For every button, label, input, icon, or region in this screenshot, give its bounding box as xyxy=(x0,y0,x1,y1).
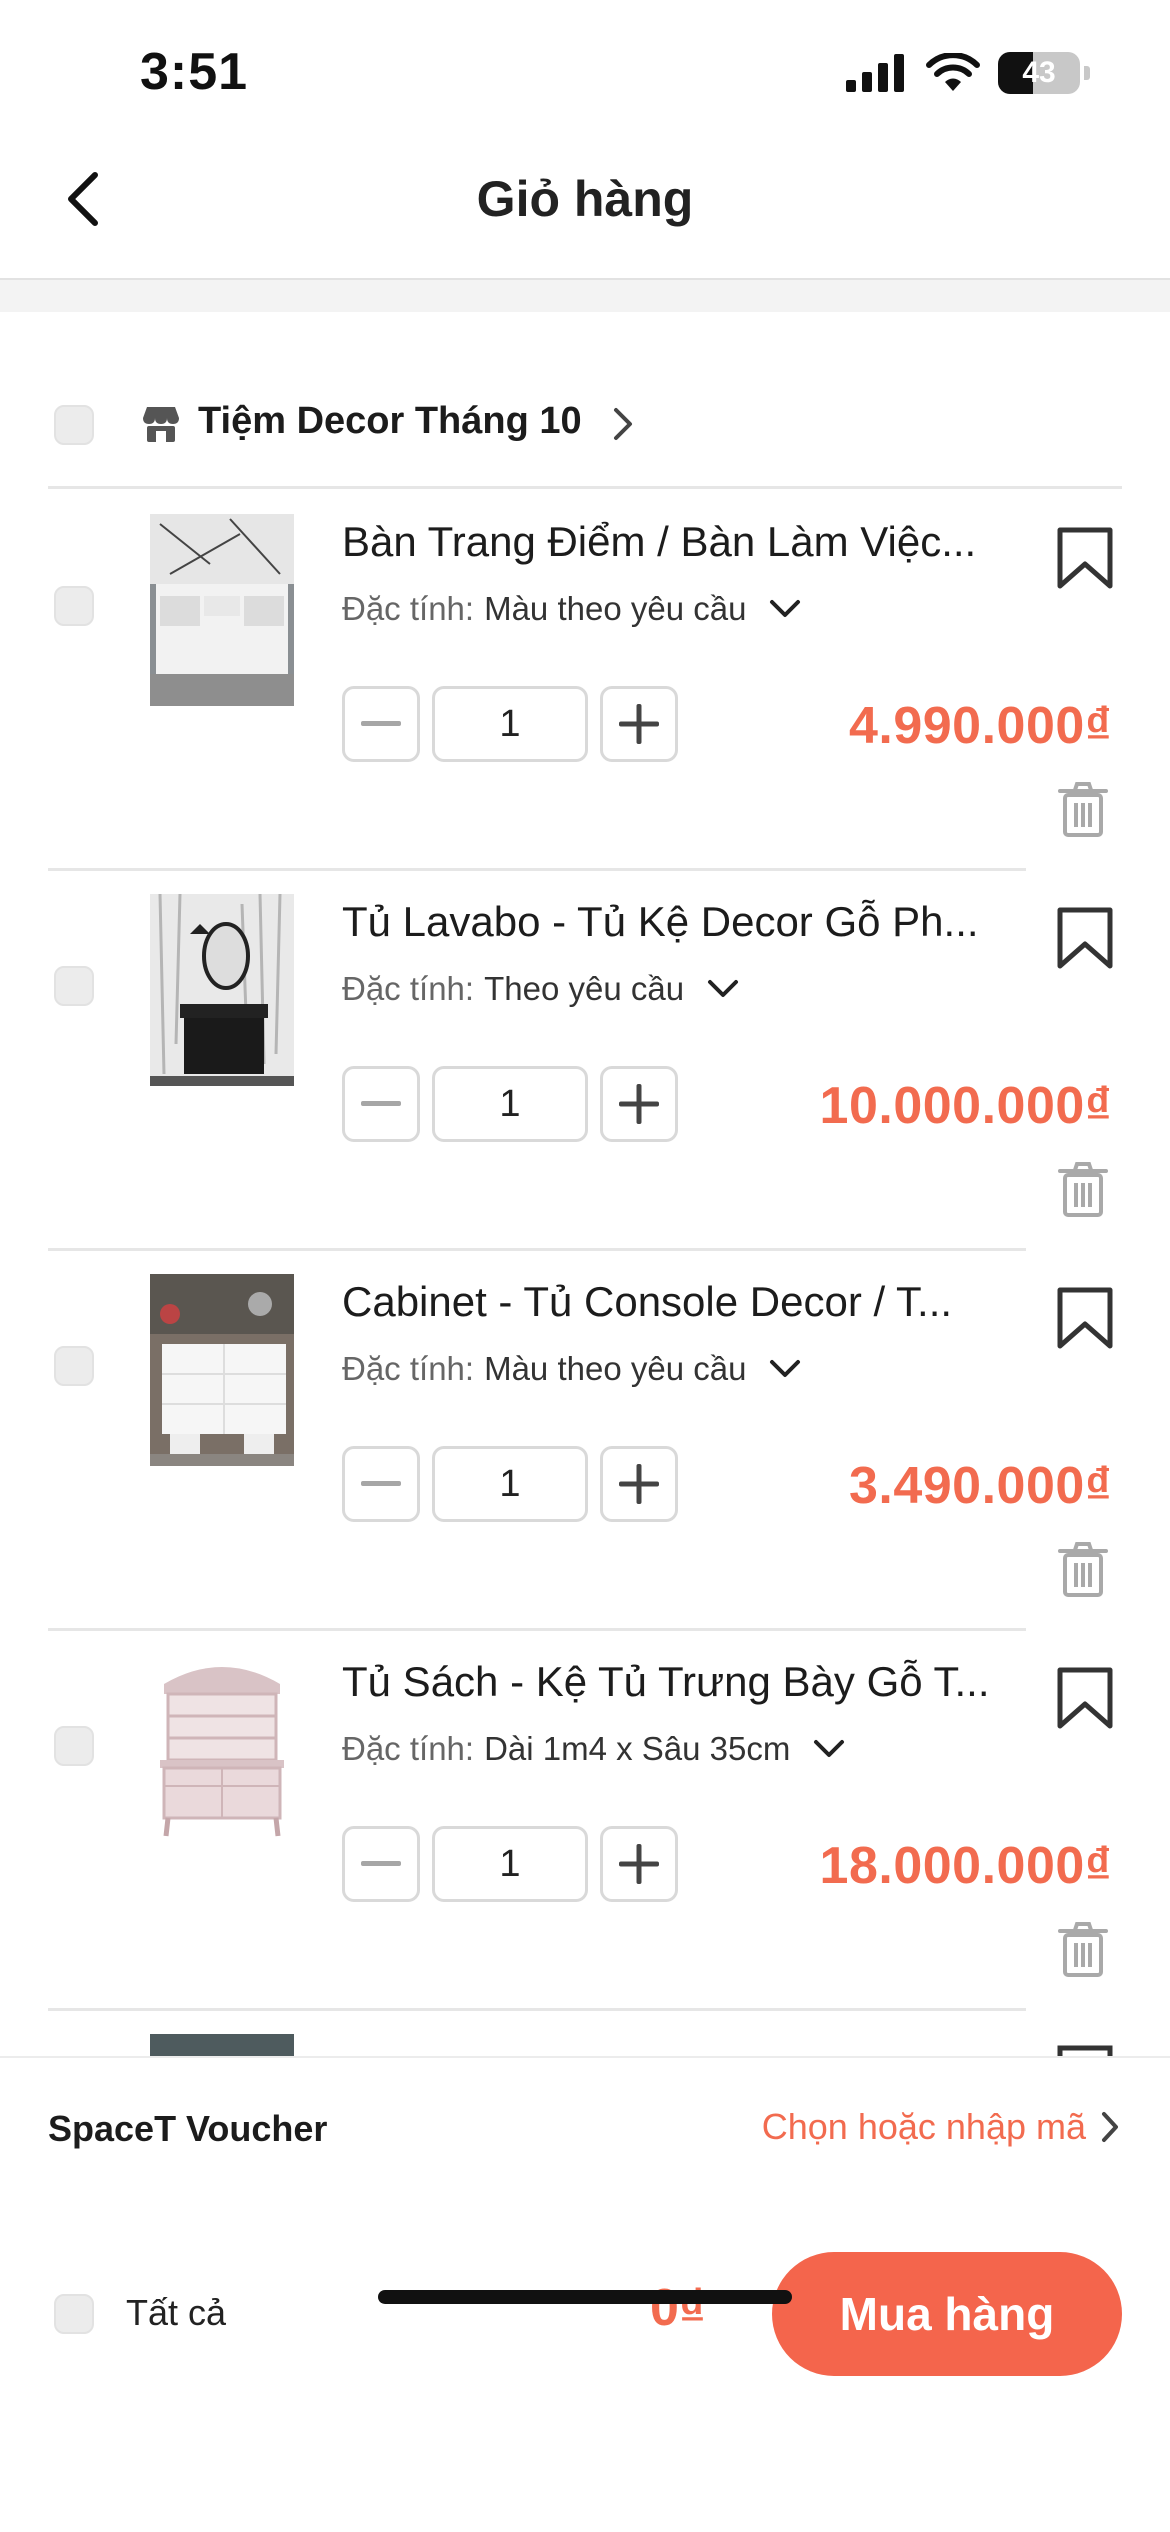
quantity-stepper: 1 xyxy=(342,1066,678,1142)
decrease-button[interactable] xyxy=(342,1066,420,1142)
quantity-input[interactable]: 1 xyxy=(432,1066,588,1142)
product-image[interactable] xyxy=(150,514,294,706)
status-icons: 43 xyxy=(846,52,1090,94)
bookmark-icon[interactable] xyxy=(1056,526,1114,590)
chevron-down-icon xyxy=(814,1740,845,1757)
item-price: 3.490.000₫ xyxy=(848,1457,1112,1515)
increase-button[interactable] xyxy=(600,1826,678,1902)
variant-value: Màu theo yêu cầu xyxy=(484,1350,747,1387)
voucher-bar[interactable]: SpaceT Voucher Chọn hoặc nhập mã xyxy=(0,2056,1170,2202)
item-price: 18.000.000₫ xyxy=(819,1837,1112,1895)
divider xyxy=(48,486,1122,489)
cart-item: Cabinet - Tủ Console Decor / T... Đặc tí… xyxy=(0,1250,1170,1631)
item-checkbox[interactable] xyxy=(54,1346,94,1386)
variant-value: Dài 1m4 x Sâu 35cm xyxy=(484,1730,791,1767)
total-price: 0₫ xyxy=(650,2279,706,2337)
variant-value: Theo yêu cầu xyxy=(484,970,685,1007)
home-indicator[interactable] xyxy=(378,2290,792,2304)
shop-header: Tiệm Decor Tháng 10 xyxy=(0,370,1170,480)
battery-icon: 43 xyxy=(998,52,1080,94)
minus-icon xyxy=(361,1481,401,1486)
variant-selector[interactable]: Đặc tính: Màu theo yêu cầu xyxy=(342,590,802,628)
quantity-stepper: 1 xyxy=(342,686,678,762)
increase-button[interactable] xyxy=(600,686,678,762)
voucher-action-label: Chọn hoặc nhập mã xyxy=(761,2106,1086,2147)
status-time: 3:51 xyxy=(140,43,249,101)
navigation-header: Giỏ hàng xyxy=(0,140,1170,280)
battery-level: 43 xyxy=(1022,56,1056,89)
store-icon xyxy=(143,407,179,442)
product-image[interactable] xyxy=(150,1274,294,1466)
variant-label: Đặc tính: xyxy=(342,970,475,1007)
decrease-button[interactable] xyxy=(342,1446,420,1522)
cart-item-partial xyxy=(0,2010,1170,2056)
section-separator xyxy=(0,280,1170,312)
trash-icon[interactable] xyxy=(1058,1162,1108,1218)
variant-selector[interactable]: Đặc tính: Theo yêu cầu xyxy=(342,970,740,1008)
minus-icon xyxy=(361,1861,401,1866)
voucher-label: SpaceT Voucher xyxy=(48,2108,328,2149)
bookmark-icon[interactable] xyxy=(1056,2044,1114,2056)
minus-icon xyxy=(361,1101,401,1106)
variant-label: Đặc tính: xyxy=(342,1730,475,1767)
variant-label: Đặc tính: xyxy=(342,590,475,627)
plus-icon xyxy=(619,704,659,744)
item-price: 4.990.000₫ xyxy=(848,697,1112,755)
plus-icon xyxy=(619,1084,659,1124)
wifi-icon xyxy=(926,53,980,91)
product-name[interactable]: Bàn Trang Điểm / Bàn Làm Việc... xyxy=(342,518,1002,566)
cart-item: Tủ Sách - Kệ Tủ Trưng Bày Gỗ T... Đặc tí… xyxy=(0,1630,1170,2011)
plus-icon xyxy=(619,1464,659,1504)
product-name[interactable]: Tủ Lavabo - Tủ Kệ Decor Gỗ Ph... xyxy=(342,898,1002,946)
buy-button[interactable]: Mua hàng xyxy=(772,2252,1122,2376)
decrease-button[interactable] xyxy=(342,1826,420,1902)
variant-value: Màu theo yêu cầu xyxy=(484,590,747,627)
quantity-stepper: 1 xyxy=(342,1446,678,1522)
item-checkbox[interactable] xyxy=(54,1726,94,1766)
quantity-input[interactable]: 1 xyxy=(432,686,588,762)
chevron-right-icon[interactable] xyxy=(612,406,634,442)
decrease-button[interactable] xyxy=(342,686,420,762)
quantity-input[interactable]: 1 xyxy=(432,1446,588,1522)
checkout-bar: Tất cả 0₫ Mua hàng xyxy=(0,2200,1170,2532)
voucher-select-button[interactable]: Chọn hoặc nhập mã xyxy=(762,2106,1120,2148)
plus-icon xyxy=(619,1844,659,1884)
minus-icon xyxy=(361,721,401,726)
select-all-checkbox[interactable] xyxy=(54,2294,94,2334)
signal-icon xyxy=(846,54,904,92)
product-name[interactable]: Tủ Sách - Kệ Tủ Trưng Bày Gỗ T... xyxy=(342,1658,1002,1706)
select-all-label[interactable]: Tất cả xyxy=(126,2292,226,2334)
product-name[interactable]: Cabinet - Tủ Console Decor / T... xyxy=(342,1278,1002,1326)
variant-selector[interactable]: Đặc tính: Màu theo yêu cầu xyxy=(342,1350,802,1388)
chevron-down-icon xyxy=(770,1360,801,1377)
product-image[interactable] xyxy=(150,1654,294,1846)
chevron-down-icon xyxy=(770,600,801,617)
shop-checkbox[interactable] xyxy=(54,405,94,445)
item-price: 10.000.000₫ xyxy=(819,1077,1112,1135)
trash-icon[interactable] xyxy=(1058,1542,1108,1598)
quantity-input[interactable]: 1 xyxy=(432,1826,588,1902)
trash-icon[interactable] xyxy=(1058,782,1108,838)
trash-icon[interactable] xyxy=(1058,1922,1108,1978)
page-title: Giỏ hàng xyxy=(476,171,694,227)
chevron-down-icon xyxy=(708,980,739,997)
cart-item: Tủ Lavabo - Tủ Kệ Decor Gỗ Ph... Đặc tín… xyxy=(0,870,1170,1251)
status-bar: 3:51 43 xyxy=(0,0,1170,140)
quantity-stepper: 1 xyxy=(342,1826,678,1902)
variant-label: Đặc tính: xyxy=(342,1350,475,1387)
bookmark-icon[interactable] xyxy=(1056,1666,1114,1730)
chevron-right-icon xyxy=(1102,2112,1118,2142)
cart-item: Bàn Trang Điểm / Bàn Làm Việc... Đặc tín… xyxy=(0,490,1170,871)
bookmark-icon[interactable] xyxy=(1056,906,1114,970)
product-image[interactable] xyxy=(150,894,294,1086)
item-checkbox[interactable] xyxy=(54,586,94,626)
increase-button[interactable] xyxy=(600,1446,678,1522)
increase-button[interactable] xyxy=(600,1066,678,1142)
item-checkbox[interactable] xyxy=(54,966,94,1006)
shop-name[interactable]: Tiệm Decor Tháng 10 xyxy=(198,400,582,443)
variant-selector[interactable]: Đặc tính: Dài 1m4 x Sâu 35cm xyxy=(342,1730,846,1768)
product-image[interactable] xyxy=(150,2034,294,2056)
bookmark-icon[interactable] xyxy=(1056,1286,1114,1350)
